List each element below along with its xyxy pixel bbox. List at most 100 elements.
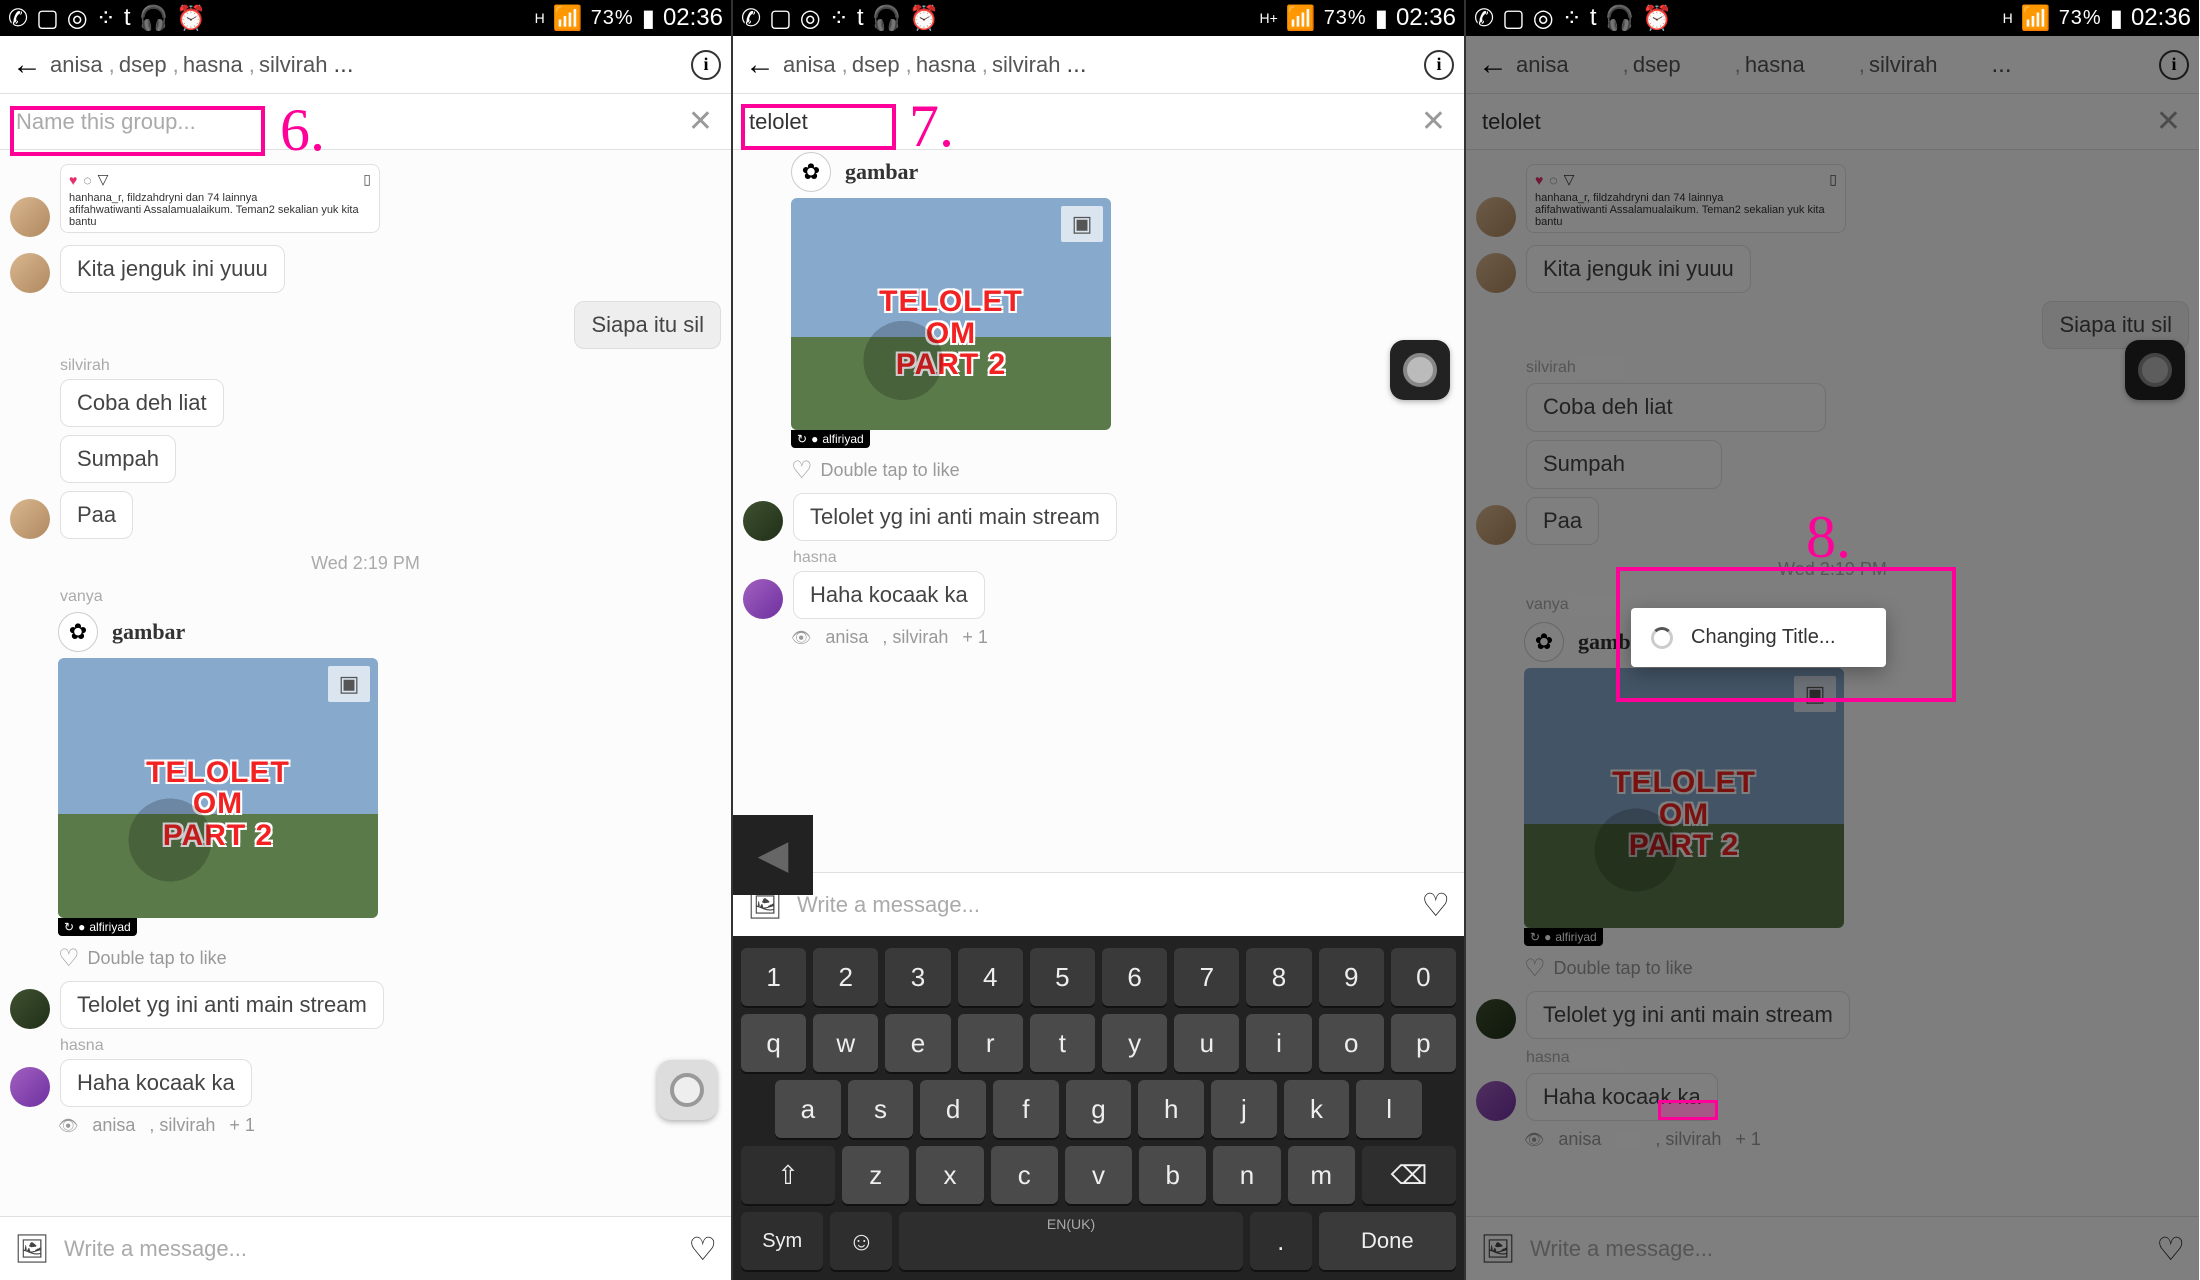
video-thumbnail[interactable]: TELOLET OMPART 2 ▣ (58, 658, 378, 918)
key-2[interactable]: 2 (813, 948, 878, 1006)
key-k[interactable]: k (1284, 1080, 1350, 1138)
key-g[interactable]: g (1066, 1080, 1132, 1138)
key-y[interactable]: y (1102, 1014, 1167, 1072)
mic-collapse-button[interactable]: ◀ (733, 815, 813, 895)
participant: , dsep (109, 52, 167, 78)
avatar[interactable] (743, 579, 783, 619)
avatar[interactable] (10, 499, 50, 539)
message-bubble[interactable]: Kita jenguk ini yuuu (60, 245, 285, 293)
key-w[interactable]: w (813, 1014, 878, 1072)
key-p[interactable]: p (1391, 1014, 1456, 1072)
message-bubble-own[interactable]: Siapa itu sil (574, 301, 721, 349)
message-bubble[interactable]: Sumpah (60, 435, 176, 483)
key-4[interactable]: 4 (958, 948, 1023, 1006)
gallery-picker-icon[interactable]: 🖼 (14, 1231, 50, 1267)
key-a[interactable]: a (775, 1080, 841, 1138)
message-bubble[interactable]: Telolet yg ini anti main stream (793, 493, 1117, 541)
back-button[interactable]: ← (743, 48, 777, 82)
heart-outline-icon: ♡ (58, 944, 80, 973)
key-h[interactable]: h (1138, 1080, 1204, 1138)
key-9[interactable]: 9 (1319, 948, 1384, 1006)
avatar[interactable] (10, 253, 50, 293)
key-j[interactable]: j (1211, 1080, 1277, 1138)
key-shift[interactable]: ⇧ (741, 1146, 835, 1204)
clear-name-button[interactable]: ✕ (1415, 104, 1452, 139)
changing-title-modal: Changing Title... (1631, 608, 1886, 667)
double-tap-hint[interactable]: ♡Double tap to like (58, 944, 731, 973)
participant: , hasna (173, 52, 243, 78)
key-5[interactable]: 5 (1030, 948, 1095, 1006)
message-bubble[interactable]: Haha kocaak ka (793, 571, 985, 619)
key-c[interactable]: c (991, 1146, 1058, 1204)
key-3[interactable]: 3 (885, 948, 950, 1006)
group-name-input[interactable] (745, 101, 1403, 143)
key-7[interactable]: 7 (1174, 948, 1239, 1006)
signal-icon: 📶 (553, 4, 583, 33)
participant-list[interactable]: anisa , dsep , hasna , silvirah ... (50, 51, 685, 79)
key-8[interactable]: 8 (1246, 948, 1311, 1006)
avatar[interactable] (10, 197, 50, 237)
avatar[interactable] (743, 501, 783, 541)
avatar[interactable] (10, 1067, 50, 1107)
key-r[interactable]: r (958, 1014, 1023, 1072)
key-o[interactable]: o (1319, 1014, 1384, 1072)
like-button-icon[interactable]: ♡ (1421, 886, 1450, 924)
compose-bar: 🖼 ♡ (733, 872, 1464, 936)
key-m[interactable]: m (1288, 1146, 1355, 1204)
key-d[interactable]: d (920, 1080, 986, 1138)
info-button[interactable]: i (1424, 50, 1454, 80)
chat-body[interactable]: ✿ gambar TELOLET OMPART 2 ▣ ↻ ● alfiriya… (733, 150, 1464, 872)
message-bubble[interactable]: Coba deh liat (60, 379, 224, 427)
key-u[interactable]: u (1174, 1014, 1239, 1072)
whatsapp-icon: ✆ (1474, 4, 1494, 33)
key-z[interactable]: z (842, 1146, 909, 1204)
participant: , dsep (842, 52, 900, 78)
key-sym[interactable]: Sym (741, 1212, 823, 1270)
chat-body[interactable]: ♥ ◌ ▽ ▯ hanhana_r, fildzahdryni dan 74 l… (0, 150, 731, 1216)
assistive-touch-button[interactable] (1390, 340, 1450, 400)
key-i[interactable]: i (1246, 1014, 1311, 1072)
key-n[interactable]: n (1213, 1146, 1280, 1204)
clear-name-button[interactable]: ✕ (682, 104, 719, 139)
compose-input[interactable] (797, 892, 1407, 918)
post-owner-name[interactable]: gambar (845, 159, 918, 185)
post-owner-avatar[interactable]: ✿ (791, 152, 831, 192)
key-done[interactable]: Done (1319, 1212, 1456, 1270)
message-bubble[interactable]: Haha kocaak ka (60, 1059, 252, 1107)
shared-post-card[interactable]: ♥ ◌ ▽ ▯ hanhana_r, fildzahdryni dan 74 l… (60, 164, 380, 233)
key-period[interactable]: . (1250, 1212, 1312, 1270)
key-q[interactable]: q (741, 1014, 806, 1072)
key-b[interactable]: b (1139, 1146, 1206, 1204)
key-6[interactable]: 6 (1102, 948, 1167, 1006)
post-owner-name[interactable]: gambar (112, 619, 185, 645)
post-owner-avatar[interactable]: ✿ (58, 612, 98, 652)
assistive-touch-button[interactable] (657, 1060, 717, 1120)
key-v[interactable]: v (1065, 1146, 1132, 1204)
key-emoji[interactable]: ☺ (830, 1212, 892, 1270)
screen-6: ✆ ▢ ◎ ⁘ t 🎧 ⏰ H 📶 73% ▮ 02:36 ← anisa , … (0, 0, 733, 1280)
key-1[interactable]: 1 (741, 948, 806, 1006)
video-thumbnail[interactable]: TELOLET OMPART 2 ▣ (791, 198, 1111, 430)
key-0[interactable]: 0 (1391, 948, 1456, 1006)
bookmark-icon: ▯ (363, 171, 371, 188)
message-bubble[interactable]: Paa (60, 491, 133, 539)
key-l[interactable]: l (1356, 1080, 1422, 1138)
key-f[interactable]: f (993, 1080, 1059, 1138)
eye-icon: 👁 (58, 1116, 78, 1136)
participant-list[interactable]: anisa , dsep , hasna , silvirah ... (783, 51, 1418, 79)
info-button[interactable]: i (691, 50, 721, 80)
avatar[interactable] (10, 989, 50, 1029)
key-x[interactable]: x (916, 1146, 983, 1204)
gallery-icon: ▢ (769, 4, 792, 33)
compose-input[interactable] (64, 1236, 674, 1262)
back-button[interactable]: ← (10, 48, 44, 82)
key-e[interactable]: e (885, 1014, 950, 1072)
message-bubble[interactable]: Telolet yg ini anti main stream (60, 981, 384, 1029)
like-button-icon[interactable]: ♡ (688, 1230, 717, 1268)
double-tap-hint[interactable]: ♡Double tap to like (791, 456, 1464, 485)
key-t[interactable]: t (1030, 1014, 1095, 1072)
key-s[interactable]: s (848, 1080, 914, 1138)
group-name-input[interactable] (12, 101, 670, 143)
key-space[interactable]: EN(UK) (899, 1212, 1242, 1270)
key-backspace[interactable]: ⌫ (1362, 1146, 1456, 1204)
